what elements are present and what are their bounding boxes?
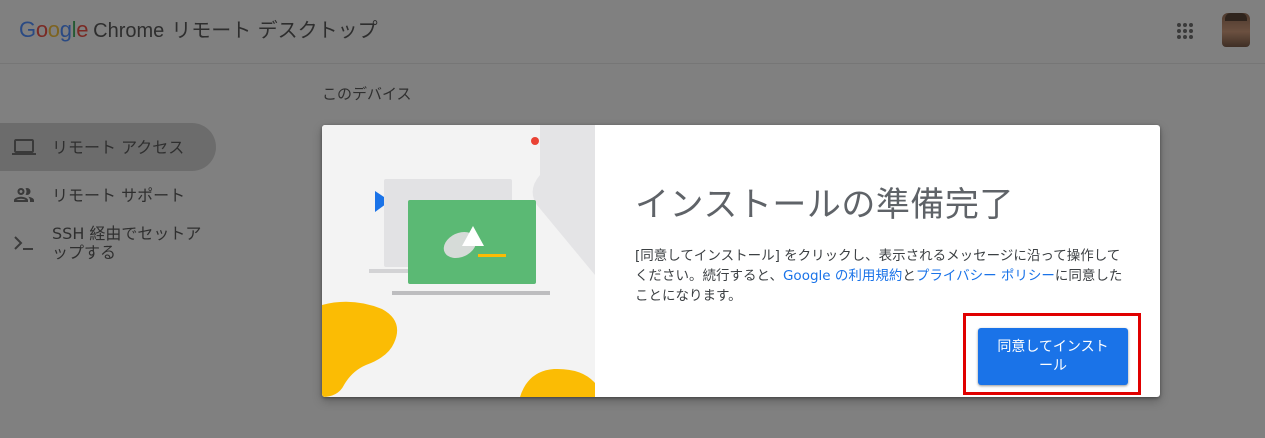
decor-dot bbox=[531, 137, 539, 145]
people-icon bbox=[14, 188, 34, 202]
sidebar-item-ssh-setup[interactable]: SSH 経由でセットアップする bbox=[0, 223, 216, 263]
dialog-body-text: と bbox=[902, 268, 916, 284]
laptop-icon bbox=[12, 139, 36, 155]
chrome-wordmark: Chrome bbox=[93, 20, 165, 42]
illustration-art bbox=[322, 125, 595, 397]
sidebar-item-remote-support[interactable]: リモート サポート bbox=[0, 171, 216, 219]
privacy-policy-link[interactable]: プライバシー ポリシー bbox=[916, 268, 1055, 284]
google-apps-grid-icon[interactable] bbox=[1176, 22, 1194, 40]
sidebar-item-label: リモート アクセス bbox=[52, 137, 185, 157]
sidebar-nav: リモート アクセス リモート サポート SSH 経由でセットアップする bbox=[0, 123, 220, 263]
screen-bar bbox=[478, 254, 506, 257]
app-header: Google Chrome リモート デスクトップ bbox=[0, 0, 1265, 64]
dialog-title: インストールの準備完了 bbox=[635, 185, 1014, 225]
sidebar-item-remote-access[interactable]: リモート アクセス bbox=[0, 123, 216, 171]
terms-of-service-link[interactable]: Google の利用規約 bbox=[783, 268, 902, 284]
sidebar-item-label: SSH 経由でセットアップする bbox=[52, 224, 202, 262]
accept-and-install-button[interactable]: 同意してインストール bbox=[978, 328, 1128, 385]
product-logo[interactable]: Google Chrome リモート デスクトップ bbox=[19, 14, 378, 43]
install-illustration bbox=[322, 125, 595, 397]
sidebar-item-label: リモート サポート bbox=[52, 185, 186, 205]
decor-shape bbox=[532, 125, 595, 275]
yellow-blob-right bbox=[520, 368, 595, 397]
product-name: リモート デスクトップ bbox=[171, 18, 378, 42]
dialog-body: [同意してインストール] をクリックし、表示されるメッセージに沿って操作してくだ… bbox=[635, 246, 1125, 306]
section-title: このデバイス bbox=[322, 85, 412, 103]
yellow-blob-left bbox=[322, 301, 398, 397]
account-avatar[interactable] bbox=[1222, 13, 1250, 47]
terminal-prompt-icon bbox=[14, 236, 33, 250]
laptop-base bbox=[392, 291, 550, 295]
google-wordmark: Google bbox=[19, 17, 89, 42]
